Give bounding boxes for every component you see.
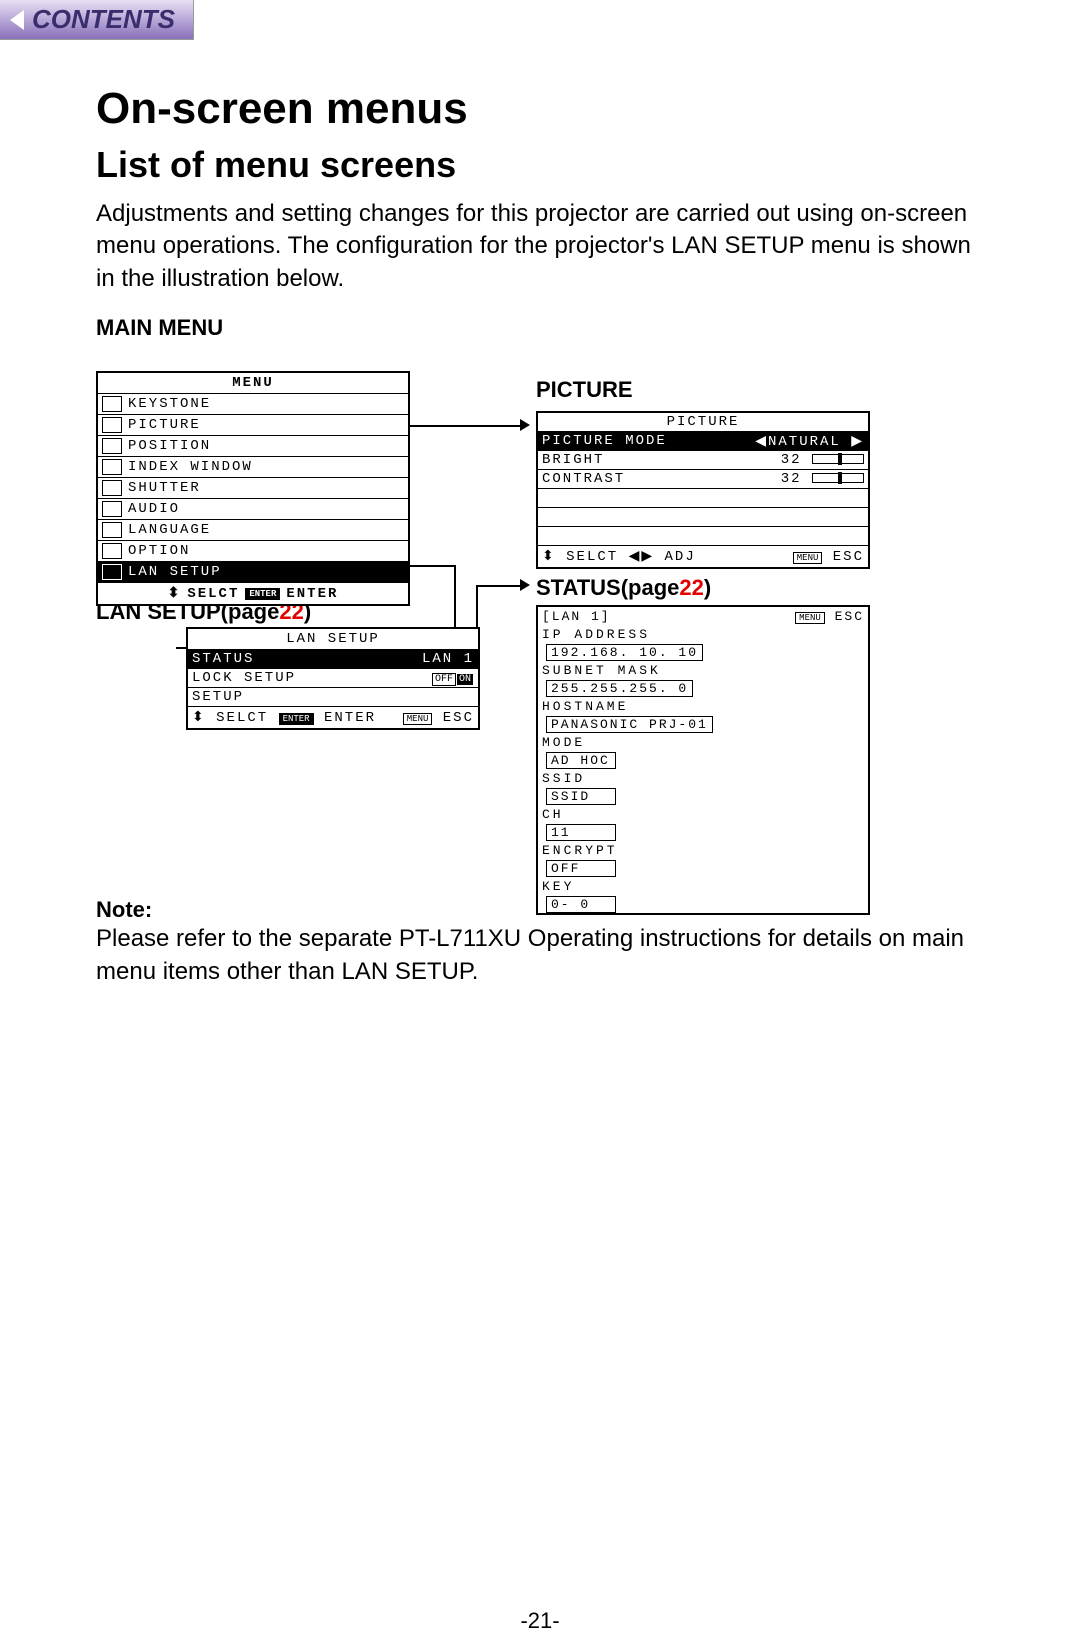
picture-mode-row: PICTURE MODE ◀NATURAL ▶ bbox=[538, 431, 868, 450]
note-body: Please refer to the separate PT-L711XU O… bbox=[96, 923, 984, 988]
status-label-row: SSID bbox=[538, 769, 868, 787]
status-value-row: PANASONIC PRJ-01 bbox=[538, 715, 868, 733]
menu-item-icon bbox=[102, 522, 122, 538]
status-label-row: KEY bbox=[538, 877, 868, 895]
main-menu-label: MAIN MENU bbox=[96, 315, 984, 341]
menu-item-icon bbox=[102, 396, 122, 412]
menu-item-icon bbox=[102, 480, 122, 496]
picture-panel: PICTURE PICTURE MODE ◀NATURAL ▶ BRIGHT 3… bbox=[536, 411, 870, 569]
picture-footer: ⬍ SELCT ◀▶ ADJ MENU ESC bbox=[538, 545, 868, 567]
menu-item-icon bbox=[102, 501, 122, 517]
menu-item-icon bbox=[102, 438, 122, 454]
picture-title: PICTURE bbox=[538, 413, 868, 431]
status-header: [LAN 1] MENU ESC bbox=[538, 607, 868, 625]
picture-contrast-row: CONTRAST 32 bbox=[538, 469, 868, 488]
lan-setup-title: LAN SETUP bbox=[188, 629, 478, 649]
status-label-row: HOSTNAME bbox=[538, 697, 868, 715]
intro-text: Adjustments and setting changes for this… bbox=[96, 198, 984, 295]
main-menu-item: LAN SETUP bbox=[98, 561, 408, 582]
contents-button[interactable]: CONTENTS bbox=[0, 0, 194, 40]
status-label: STATUS(page22) bbox=[536, 575, 711, 601]
main-menu-item: OPTION bbox=[98, 540, 408, 561]
status-value-row: 11 bbox=[538, 823, 868, 841]
contents-label: CONTENTS bbox=[32, 4, 175, 35]
status-label-row: IP ADDRESS bbox=[538, 625, 868, 643]
lan-setup-footer: ⬍ SELCT ENTER ENTER MENU ESC bbox=[188, 706, 478, 728]
main-menu-panel: MENU KEYSTONEPICTUREPOSITIONINDEX WINDOW… bbox=[96, 371, 410, 606]
main-menu-item: KEYSTONE bbox=[98, 393, 408, 414]
lan-row-status: STATUS LAN 1 bbox=[188, 649, 478, 668]
page-number: -21- bbox=[96, 1608, 984, 1634]
menu-item-icon bbox=[102, 417, 122, 433]
main-menu-item: INDEX WINDOW bbox=[98, 456, 408, 477]
menu-item-icon bbox=[102, 459, 122, 475]
menu-item-icon bbox=[102, 543, 122, 559]
status-label-row: SUBNET MASK bbox=[538, 661, 868, 679]
main-menu-item: LANGUAGE bbox=[98, 519, 408, 540]
lan-row-setup: SETUP bbox=[188, 687, 478, 706]
status-value-row: OFF bbox=[538, 859, 868, 877]
lan-setup-panel: LAN SETUP STATUS LAN 1 LOCK SETUP OFFON … bbox=[186, 627, 480, 730]
status-panel: [LAN 1] MENU ESC IP ADDRESS192.168. 10. … bbox=[536, 605, 870, 915]
status-value-row: AD HOC bbox=[538, 751, 868, 769]
main-menu-item: POSITION bbox=[98, 435, 408, 456]
status-value-row: SSID bbox=[538, 787, 868, 805]
status-value-row: 192.168. 10. 10 bbox=[538, 643, 868, 661]
lan-row-lock: LOCK SETUP OFFON bbox=[188, 668, 478, 687]
main-menu-item: AUDIO bbox=[98, 498, 408, 519]
status-value-row: 0- 0 bbox=[538, 895, 868, 913]
status-label-row: MODE bbox=[538, 733, 868, 751]
main-menu-item: PICTURE bbox=[98, 414, 408, 435]
main-menu-title: MENU bbox=[98, 373, 408, 393]
picture-label: PICTURE bbox=[536, 377, 633, 403]
status-value-row: 255.255.255. 0 bbox=[538, 679, 868, 697]
status-label-row: CH bbox=[538, 805, 868, 823]
page-title: On-screen menus bbox=[96, 84, 984, 134]
main-menu-footer: ⬍ SELCT ENTER ENTER bbox=[98, 582, 408, 604]
menu-item-icon bbox=[102, 564, 122, 580]
section-title: List of menu screens bbox=[96, 144, 984, 186]
menu-diagram: PICTURE STATUS(page22) LAN SETUP(page22)… bbox=[96, 347, 984, 867]
status-label-row: ENCRYPT bbox=[538, 841, 868, 859]
back-triangle-icon bbox=[10, 10, 24, 30]
main-menu-item: SHUTTER bbox=[98, 477, 408, 498]
picture-bright-row: BRIGHT 32 bbox=[538, 450, 868, 469]
